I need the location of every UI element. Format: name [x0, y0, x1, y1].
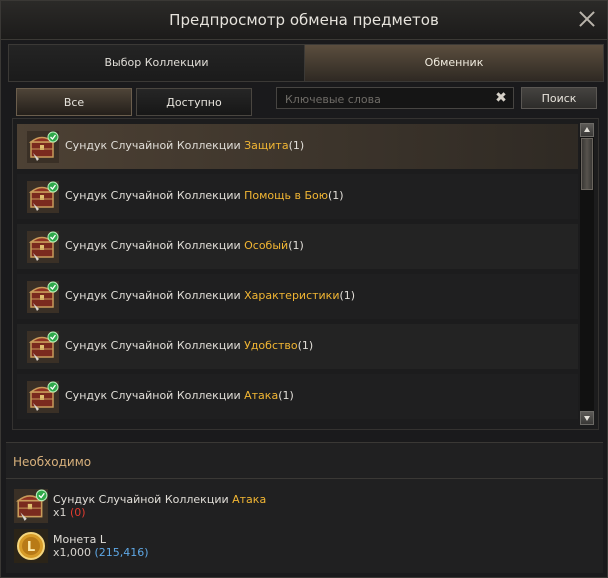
- item-count: (1): [328, 189, 344, 202]
- scroll-up-arrow-icon[interactable]: [580, 123, 594, 137]
- chest-icon: [14, 489, 48, 523]
- list-item[interactable]: Сундук Случайной Коллекции Удобство(1): [17, 324, 578, 369]
- main-tabs: Выбор Коллекции Обменник: [8, 44, 604, 82]
- required-panel: Необходимо Сундук Случайной Коллекции Ат…: [6, 442, 603, 573]
- search-button[interactable]: Поиск: [521, 87, 597, 109]
- chest-icon: [27, 281, 59, 313]
- chest-icon: [27, 331, 59, 363]
- title-bar: Предпросмотр обмена предметов: [1, 1, 607, 40]
- chest-icon: [27, 181, 59, 213]
- item-name: Сундук Случайной Коллекции: [65, 189, 241, 202]
- coin-l-icon: [14, 529, 48, 563]
- search-input[interactable]: [283, 90, 497, 108]
- scroll-thumb[interactable]: [581, 138, 593, 190]
- item-name: Сундук Случайной Коллекции: [65, 139, 241, 152]
- required-item[interactable]: Сундук Случайной Коллекции Атака x1 (0): [14, 489, 594, 525]
- search-box: ✖: [276, 87, 514, 109]
- item-category: Помощь в Бою: [244, 189, 329, 202]
- item-count: (1): [278, 389, 294, 402]
- exchange-preview-window: Предпросмотр обмена предметов Выбор Колл…: [0, 0, 608, 578]
- list-item[interactable]: Сундук Случайной Коллекции Атака(1): [17, 374, 578, 419]
- list-scrollbar[interactable]: [580, 123, 594, 425]
- required-header: Необходимо: [13, 455, 92, 469]
- list-item[interactable]: Сундук Случайной Коллекции Особый(1): [17, 224, 578, 269]
- required-item-name: Монета L: [53, 533, 106, 546]
- item-category: Характеристики: [244, 289, 340, 302]
- item-category: Защита: [244, 139, 289, 152]
- close-icon[interactable]: [577, 9, 597, 29]
- required-qty: x1,000: [53, 546, 92, 559]
- clear-search-icon[interactable]: ✖: [494, 90, 508, 106]
- chest-icon: [27, 131, 59, 163]
- item-count: (1): [288, 239, 304, 252]
- item-count: (1): [288, 139, 305, 152]
- item-category: Атака: [244, 389, 279, 402]
- required-item[interactable]: Монета L x1,000 (215,416): [14, 529, 594, 565]
- item-category: Особый: [244, 239, 289, 252]
- item-count: (1): [339, 289, 356, 302]
- required-item-name: Сундук Случайной Коллекции: [53, 493, 229, 506]
- divider: [6, 478, 603, 479]
- item-name: Сундук Случайной Коллекции: [65, 339, 241, 352]
- required-item-category: Атака: [232, 493, 267, 506]
- list-item[interactable]: Сундук Случайной Коллекции Помощь в Бою(…: [17, 174, 578, 219]
- tab-collection-select[interactable]: Выбор Коллекции: [9, 45, 305, 81]
- item-category: Удобство: [244, 339, 298, 352]
- item-name: Сундук Случайной Коллекции: [65, 289, 241, 302]
- tab-exchanger[interactable]: Обменник: [305, 45, 603, 81]
- chest-icon: [27, 381, 59, 413]
- scroll-down-arrow-icon[interactable]: [580, 411, 594, 425]
- required-qty: x1: [53, 506, 67, 519]
- item-list: Сундук Случайной Коллекции Защита(1) Сун…: [12, 118, 599, 430]
- owned-count: (0): [70, 506, 86, 519]
- item-name: Сундук Случайной Коллекции: [65, 389, 241, 402]
- item-name: Сундук Случайной Коллекции: [65, 239, 241, 252]
- item-count: (1): [297, 339, 314, 352]
- window-title: Предпросмотр обмена предметов: [169, 11, 439, 29]
- list-item[interactable]: Сундук Случайной Коллекции Защита(1): [17, 124, 578, 169]
- filter-tab-all[interactable]: Все: [16, 88, 132, 116]
- owned-count: (215,416): [94, 546, 149, 559]
- list-item[interactable]: Сундук Случайной Коллекции Характеристик…: [17, 274, 578, 319]
- chest-icon: [27, 231, 59, 263]
- filter-tab-available[interactable]: Доступно: [136, 88, 252, 116]
